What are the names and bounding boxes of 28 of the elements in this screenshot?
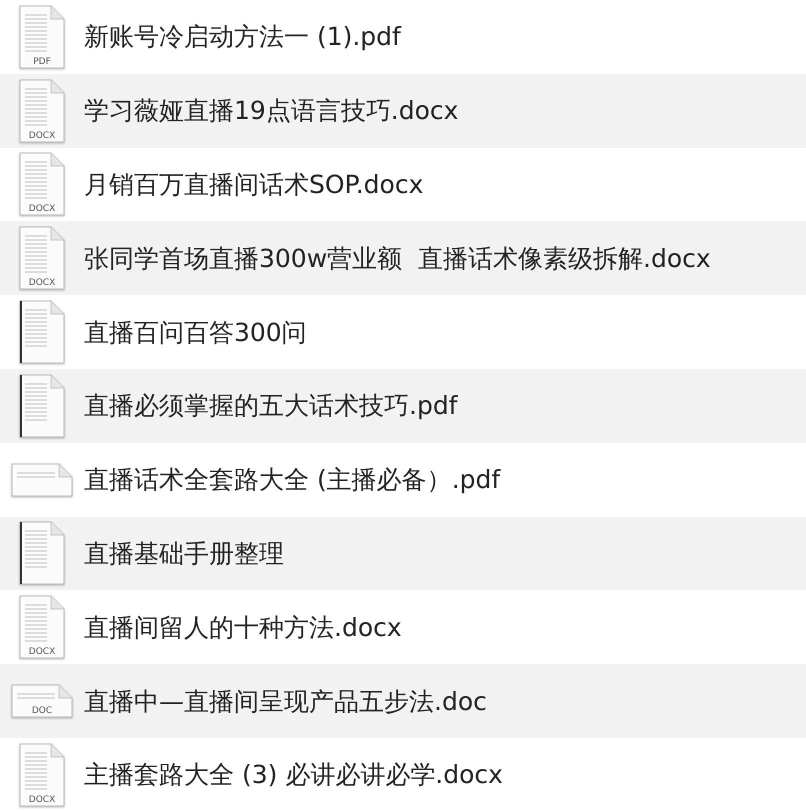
- file-type-label: DOC: [30, 706, 54, 716]
- file-name[interactable]: 月销百万直播间话术SOP.docx: [84, 168, 424, 201]
- file-type-label: DOCX: [28, 647, 56, 658]
- document-icon: [19, 595, 65, 660]
- document-icon: [19, 521, 65, 586]
- document-icon: [11, 684, 73, 718]
- document-icon: [19, 226, 65, 290]
- file-type-label: DOCX: [28, 130, 56, 141]
- file-name[interactable]: 主播套路大全 (3) 必讲必讲必学.docx: [84, 758, 503, 792]
- file-type-label: DOCX: [28, 204, 56, 214]
- file-name[interactable]: 直播基础手册整理: [84, 536, 284, 570]
- document-icon: [19, 4, 65, 69]
- document-icon: [19, 742, 65, 807]
- file-name[interactable]: 新账号冷启动方法一 (1).pdf: [84, 20, 401, 54]
- file-name[interactable]: 直播话术全套路大全 (主播必备）.pdf: [84, 463, 500, 496]
- file-name[interactable]: 直播间留人的十种方法.docx: [84, 610, 402, 644]
- file-name[interactable]: 直播中—直播间呈现产品五步法.doc: [84, 684, 487, 718]
- document-icon: [19, 300, 65, 364]
- document-icon: [11, 462, 73, 497]
- file-name[interactable]: 张同学首场直播300w营业额 直播话术像素级拆解.docx: [84, 242, 711, 275]
- file-type-label: DOCX: [28, 278, 56, 288]
- document-icon: [19, 374, 65, 438]
- file-name[interactable]: 直播百问百答300问: [84, 316, 307, 349]
- file-type-label: DOCX: [28, 794, 56, 805]
- file-name[interactable]: 学习薇娅直播19点语言技巧.docx: [84, 94, 458, 128]
- file-type-label: PDF: [32, 56, 52, 67]
- document-icon: [19, 152, 65, 216]
- document-icon: [19, 78, 65, 143]
